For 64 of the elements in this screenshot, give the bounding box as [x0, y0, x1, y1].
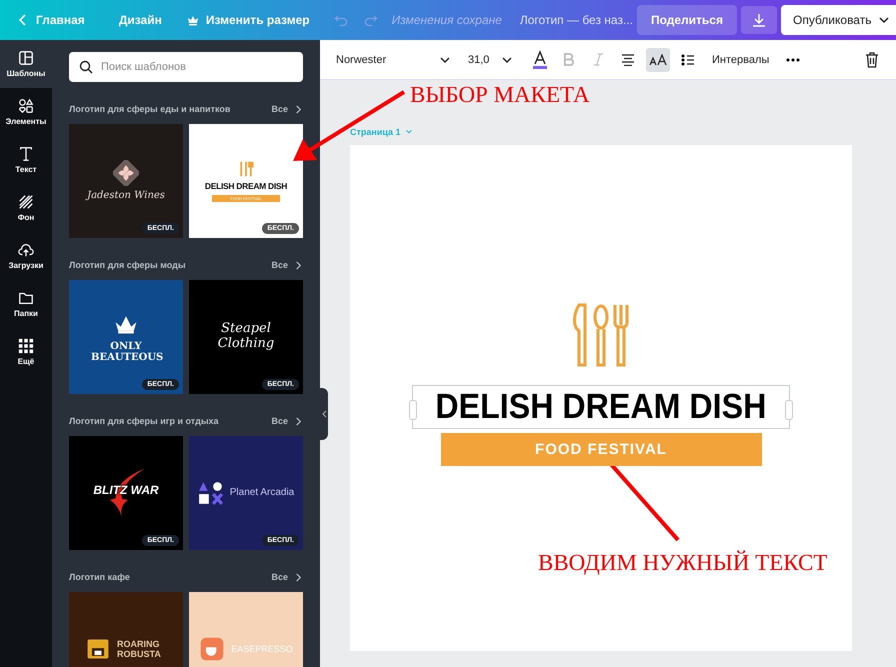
chevron-icon	[294, 260, 303, 270]
sidebar-tab[interactable]: Загрузки	[0, 232, 52, 280]
download-button[interactable]	[741, 6, 777, 34]
font-size-dropdown[interactable]: 31,0	[466, 48, 516, 70]
see-all-link[interactable]: Все	[271, 416, 303, 426]
shapes-icon	[18, 98, 34, 114]
publish-button[interactable]: Опубликовать	[781, 5, 896, 35]
more-icon	[786, 58, 800, 62]
letter-case-icon	[649, 54, 667, 66]
chevron-icon	[294, 572, 303, 582]
folder-icon	[18, 290, 34, 306]
spacing-button[interactable]: Интервалы	[706, 50, 776, 70]
logo-title: EASEPRESSO	[231, 644, 293, 654]
sidebar-tab[interactable]: Текст	[0, 136, 52, 184]
logo-title: DELISH DREAM DISH	[204, 182, 288, 192]
section-title: Логотип кафе	[69, 572, 130, 582]
see-all-link[interactable]: Все	[271, 572, 303, 582]
font-dropdown[interactable]: Norwester	[334, 48, 454, 70]
text-color-icon[interactable]	[530, 50, 550, 70]
coffee-cup-icon	[199, 636, 226, 662]
text-icon	[18, 146, 34, 162]
annotation-text: ВВОДИМ НУЖНЫЙ ТЕКСТ	[538, 550, 828, 576]
search-icon	[79, 60, 93, 74]
template-thumbnail[interactable]: ROARING ROBUSTA	[69, 592, 183, 667]
see-all-link[interactable]: Все	[271, 260, 303, 270]
cloud-upload-icon	[18, 242, 34, 258]
logo-title: Jadeston Wines	[87, 190, 165, 202]
cutlery-icon	[571, 303, 631, 369]
sidebar-tab[interactable]: Шаблоны	[0, 40, 52, 88]
download-icon	[752, 13, 766, 27]
letter-case-button[interactable]	[646, 48, 670, 72]
layout-icon	[18, 50, 34, 66]
see-all-link[interactable]: Все	[271, 104, 303, 114]
selected-text-box[interactable]: DELISH DREAM DISH	[412, 385, 790, 429]
section-title: Логотип для сферы еды и напитков	[69, 104, 230, 114]
chevron-icon	[294, 104, 303, 114]
list-icon	[681, 54, 695, 66]
bold-icon	[562, 53, 574, 66]
collapse-handle[interactable]	[320, 388, 328, 440]
sidebar-tab[interactable]: Элементы	[0, 88, 52, 136]
sidebar-tab[interactable]: Ещё	[0, 328, 52, 376]
sidebar-tab[interactable]: Фон	[0, 184, 52, 232]
logo-title: ONLY BEAUTEOUS	[91, 340, 161, 364]
logo-title: ROARING ROBUSTA	[117, 638, 162, 660]
section-title: Логотип для сферы игр и отдыха	[69, 416, 219, 426]
game-shapes-icon	[198, 480, 224, 506]
annotation-text: ВЫБОР МАКЕТА	[410, 82, 590, 108]
heading-text[interactable]: DELISH DREAM DISH	[436, 387, 766, 427]
save-status: Изменения сохране	[392, 13, 502, 27]
chevron-icon	[294, 416, 303, 426]
document-title[interactable]: Логотип — без наз...	[520, 13, 633, 27]
share-button[interactable]: Поделиться	[636, 5, 737, 35]
chevron-icon	[322, 410, 326, 418]
sidebar-tab[interactable]: Папки	[0, 280, 52, 328]
logo-title: Steapel Clothing	[216, 322, 276, 352]
caret-icon	[404, 128, 413, 136]
search-field[interactable]: Поиск шаблонов	[69, 52, 303, 82]
stripes-icon	[18, 194, 34, 210]
logo-title: Planet Arcadia	[230, 487, 294, 499]
trash-icon	[865, 52, 879, 68]
align-center-icon	[621, 54, 635, 66]
section-title: Логотип для сферы моды	[69, 260, 186, 270]
grid-icon	[18, 338, 34, 354]
italic-icon	[592, 53, 604, 66]
